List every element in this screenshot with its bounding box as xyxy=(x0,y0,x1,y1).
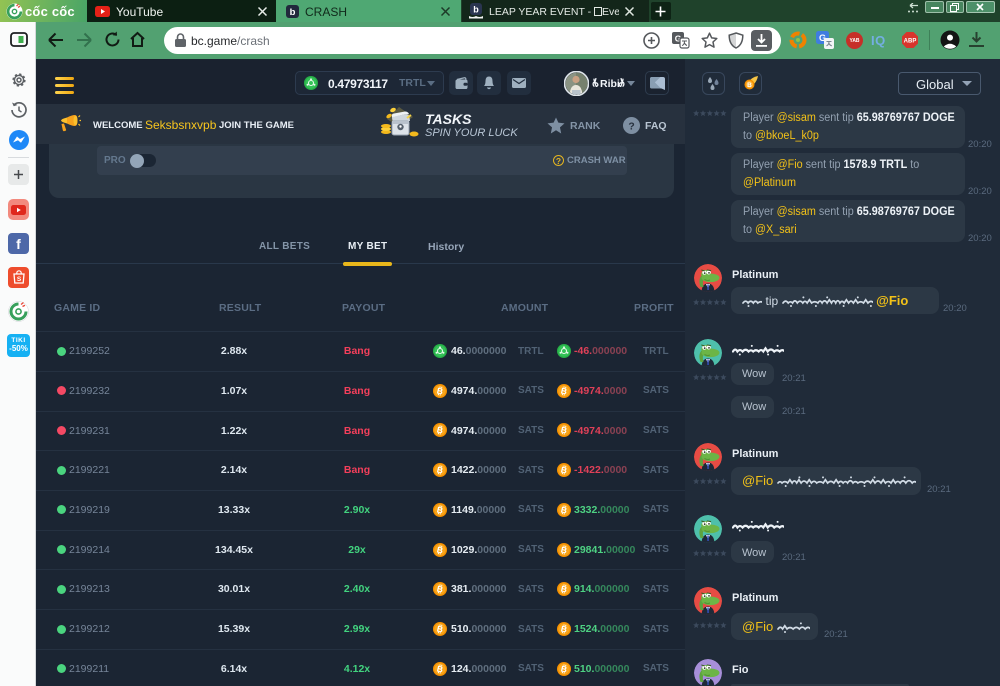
svg-text:b: b xyxy=(290,7,296,18)
svg-text:S: S xyxy=(16,276,21,283)
svg-text:b: b xyxy=(473,5,479,15)
svg-text:?: ? xyxy=(628,121,634,132)
svg-text:ABP: ABP xyxy=(904,39,917,45)
svg-text:B: B xyxy=(747,82,752,89)
